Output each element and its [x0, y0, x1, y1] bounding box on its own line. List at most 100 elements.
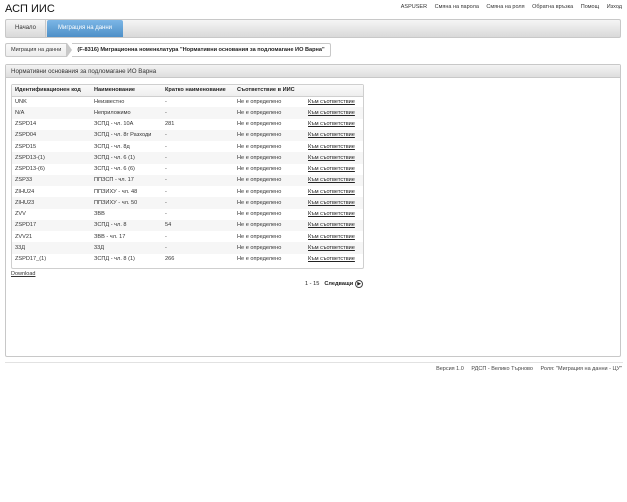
footer-role: Роля: "Миграция на данни - ЦУ": [540, 366, 622, 372]
table-row: ZSPD17 ЗСПД - чл. 8 54 Не е определено К…: [12, 219, 363, 231]
cell-short-name: -: [162, 242, 234, 254]
cell-mapping: Не е определено: [237, 166, 282, 173]
cell-short-name: -: [162, 197, 234, 209]
cell-name: ЗВВ: [94, 211, 105, 218]
footer-organization: РДСП - Велико Търново: [471, 366, 533, 372]
cell-mapping: Не е определено: [234, 107, 305, 119]
table-row: ZVV ЗВВ - Не е определено Към съответств…: [12, 209, 363, 220]
map-link[interactable]: Към съответствие: [305, 129, 363, 141]
map-link[interactable]: Към съответствие: [305, 141, 363, 152]
map-link[interactable]: Към съответствие: [305, 231, 363, 242]
arrow-right-circle-icon[interactable]: ▶: [355, 280, 364, 288]
map-link[interactable]: Към съответствие: [305, 254, 363, 265]
table-row: ZSPD13-(6) ЗСПД - чл. 6 (6) - Не е опред…: [12, 164, 363, 175]
cell-name: ЗСПД - чл. 8г Разходи: [91, 129, 162, 141]
table-row: ZSPD04 ЗСПД - чл. 8г Разходи - Не е опре…: [12, 129, 363, 141]
feedback-link[interactable]: Обратна връзка: [532, 4, 573, 10]
cell-code: ZSP33: [12, 174, 91, 186]
cell-short-name: -: [162, 107, 234, 119]
map-link[interactable]: Към съответствие: [305, 186, 363, 197]
table-row: ZSP33 ППЗСП - чл. 17 - Не е определено К…: [12, 174, 363, 186]
nomenclature-panel: Нормативни основания за подломагане ИО В…: [5, 64, 621, 357]
cell-code: ZVV21: [15, 233, 33, 240]
cell-mapping: Не е определено: [237, 121, 282, 128]
map-link[interactable]: Към съответствие: [305, 152, 363, 164]
panel-title: Нормативни основания за подломагане ИО В…: [6, 65, 620, 78]
cell-code: ZIHU24: [15, 188, 35, 195]
cell-mapping: Не е определено: [237, 256, 282, 263]
cell-name: Неизвестно: [94, 98, 125, 105]
cell-code: UNK: [15, 98, 27, 105]
app-title: АСП ИИС: [5, 3, 55, 15]
footer-version: Версия 1.0: [436, 366, 464, 372]
cell-short-name: -: [165, 166, 167, 173]
footer: Версия 1.0 РДСП - Велико Търново Роля: "…: [430, 366, 622, 372]
top-links: ASPUSER Смяна на парола Смяна на роля Об…: [395, 4, 622, 10]
cell-code: ZSPD13-(6): [15, 166, 45, 173]
cell-name: ППЗИХУ - чл. 50: [91, 197, 162, 209]
cell-short-name: 281: [165, 121, 175, 128]
cell-code: ZIHU23: [12, 197, 91, 209]
footer-divider: [5, 362, 623, 363]
pager-next-button[interactable]: Следващи: [324, 281, 353, 287]
cell-name: ЗСПД - чл. 6 (6): [94, 166, 135, 173]
main-navbar: Начало Миграция на данни: [5, 19, 621, 38]
map-link[interactable]: Към съответствие: [305, 174, 363, 186]
table-row: ZSPD15 ЗСПД - чл. 8д - Не е определено К…: [12, 141, 363, 152]
col-header-short-name[interactable]: Кратко наименование: [162, 85, 234, 97]
table-header-row: Идентификационен код Наименование Кратко…: [12, 85, 363, 97]
cell-mapping: Не е определено: [237, 188, 282, 195]
map-link[interactable]: Към съответствие: [305, 164, 363, 175]
table-row: ZSPD13-(1) ЗСПД - чл. 6 (1) - Не е опред…: [12, 152, 363, 164]
cell-code: N/A: [12, 107, 91, 119]
cell-code: ZSPD04: [12, 129, 91, 141]
nav-home[interactable]: Начало: [6, 20, 46, 37]
cell-name: 33Д: [91, 242, 162, 254]
change-password-link[interactable]: Смяна на парола: [435, 4, 479, 10]
table-row: ZIHU24 ППЗИХУ - чл. 48 - Не е определено…: [12, 186, 363, 197]
cell-short-name: -: [162, 174, 234, 186]
breadcrumb: Миграция на данни (F-8316) Миграционна н…: [5, 43, 331, 57]
map-link[interactable]: Към съответствие: [305, 209, 363, 220]
table-row: ZVV21 ЗВВ - чл. 17 - Не е определено Към…: [12, 231, 363, 242]
cell-short-name: -: [165, 233, 167, 240]
cell-code: ZSPD17: [12, 219, 91, 231]
cell-code: 33Д: [12, 242, 91, 254]
col-header-code[interactable]: Идентификационен код: [12, 85, 91, 97]
pager-range: 1 - 15: [305, 281, 320, 287]
map-link[interactable]: Към съответствие: [305, 219, 363, 231]
map-link[interactable]: Към съответствие: [305, 197, 363, 209]
cell-mapping: Не е определено: [234, 152, 305, 164]
map-link[interactable]: Към съответствие: [305, 96, 363, 107]
user-link[interactable]: ASPUSER: [401, 4, 427, 10]
table-row: 33Д 33Д - Не е определено Към съответств…: [12, 242, 363, 254]
table-row: N/A Неприложимо - Не е определено Към съ…: [12, 107, 363, 119]
logout-link[interactable]: Изход: [607, 4, 622, 10]
cell-code: ZVV: [15, 211, 26, 218]
col-header-mapping[interactable]: Съответствие в ИИС: [234, 85, 305, 97]
cell-mapping: Не е определено: [237, 233, 282, 240]
map-link[interactable]: Към съответствие: [305, 107, 363, 119]
download-link[interactable]: Download: [11, 271, 35, 277]
cell-short-name: -: [165, 188, 167, 195]
cell-name: ППЗСП - чл. 17: [91, 174, 162, 186]
table-row: ZSPD17_(1) ЗСПД - чл. 8 (1) 266 Не е опр…: [12, 254, 363, 265]
cell-mapping: Не е определено: [237, 98, 282, 105]
cell-short-name: -: [162, 129, 234, 141]
cell-mapping: Не е определено: [237, 143, 282, 150]
change-role-link[interactable]: Смяна на роля: [486, 4, 524, 10]
cell-name: Неприложимо: [91, 107, 162, 119]
nav-migration[interactable]: Миграция на данни: [47, 20, 123, 37]
cell-mapping: Не е определено: [234, 197, 305, 209]
cell-short-name: -: [165, 211, 167, 218]
map-link[interactable]: Към съответствие: [305, 242, 363, 254]
map-link[interactable]: Към съответствие: [305, 119, 363, 130]
help-link[interactable]: Помощ: [581, 4, 599, 10]
cell-short-name: -: [162, 152, 234, 164]
cell-name: ЗСПД - чл. 8д: [94, 143, 130, 150]
breadcrumb-migration[interactable]: Миграция на данни: [5, 43, 68, 57]
col-header-action: [305, 85, 363, 97]
col-header-name[interactable]: Наименование: [91, 85, 162, 97]
cell-name: ППЗИХУ - чл. 48: [94, 188, 138, 195]
cell-mapping: Не е определено: [234, 174, 305, 186]
